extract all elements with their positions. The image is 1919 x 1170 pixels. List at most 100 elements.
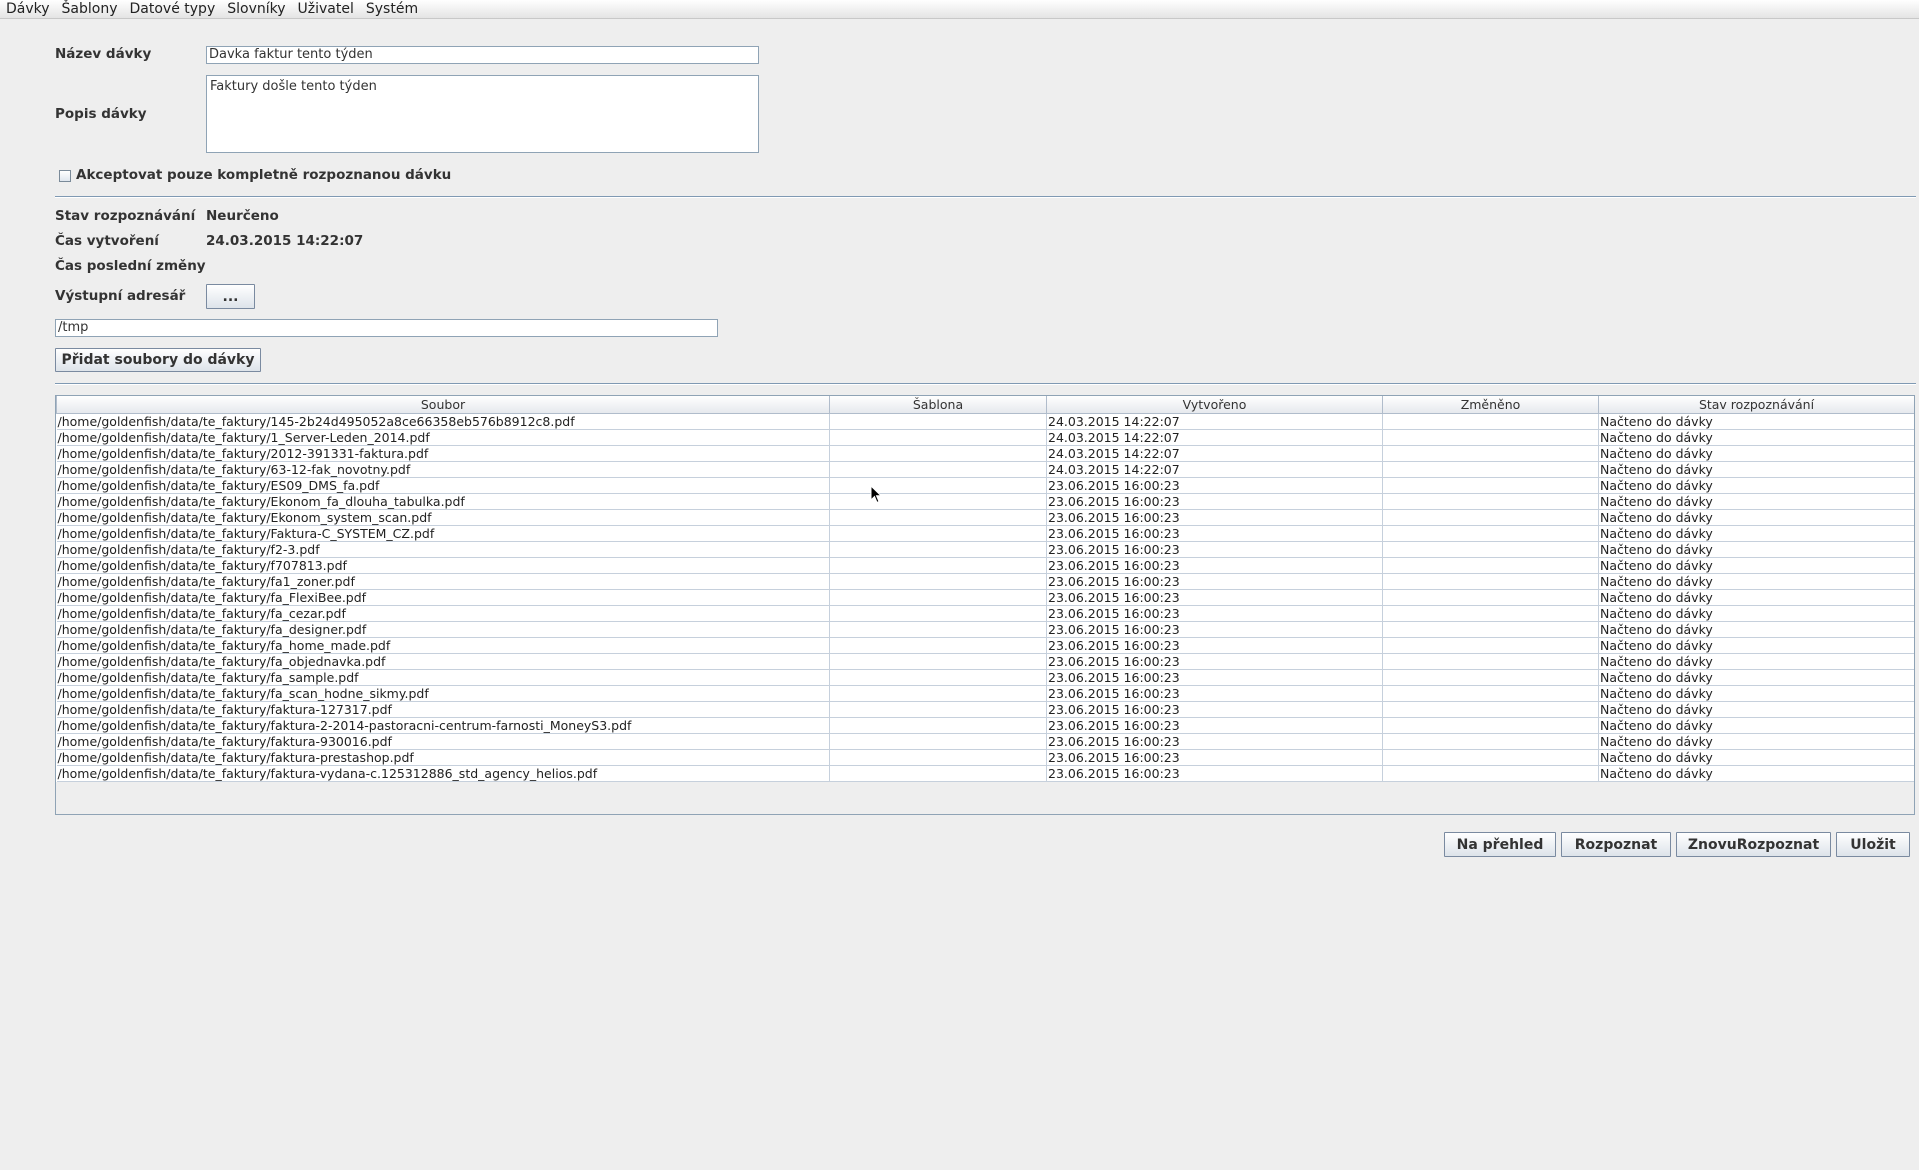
column-header-status[interactable]: Stav rozpoznávání (1598, 396, 1914, 414)
cell-status: Načteno do dávky (1598, 669, 1914, 686)
files-table-container[interactable]: Soubor Šablona Vytvořeno Změněno Stav ro… (55, 395, 1915, 815)
table-row[interactable]: /home/goldenfish/data/te_faktury/Faktura… (56, 525, 1914, 542)
cell-status: Načteno do dávky (1598, 429, 1914, 446)
cell-status: Načteno do dávky (1598, 413, 1914, 430)
table-row[interactable]: /home/goldenfish/data/te_faktury/ES09_DM… (56, 477, 1914, 494)
batch-name-input[interactable]: Davka faktur tento týden (206, 46, 759, 64)
table-row[interactable]: /home/goldenfish/data/te_faktury/faktura… (56, 717, 1914, 734)
cell-file: /home/goldenfish/data/te_faktury/145-2b2… (56, 413, 830, 430)
cell-status: Načteno do dávky (1598, 685, 1914, 702)
cell-file: /home/goldenfish/data/te_faktury/faktura… (56, 717, 830, 734)
cell-file: /home/goldenfish/data/te_faktury/2012-39… (56, 445, 830, 462)
table-row[interactable]: /home/goldenfish/data/te_faktury/2012-39… (56, 445, 1914, 462)
rerecognize-button[interactable]: ZnovuRozpoznat (1676, 832, 1831, 857)
menu-datove-typy[interactable]: Datové typy (124, 0, 222, 18)
cell-modified (1382, 621, 1599, 638)
table-row[interactable]: /home/goldenfish/data/te_faktury/faktura… (56, 749, 1914, 766)
table-row[interactable]: /home/goldenfish/data/te_faktury/fa_Flex… (56, 589, 1914, 606)
cell-template (829, 717, 1047, 734)
cell-modified (1382, 493, 1599, 510)
cell-created: 23.06.2015 16:00:23 (1046, 733, 1383, 750)
menu-slovniky[interactable]: Slovníky (221, 0, 291, 18)
cell-template (829, 701, 1047, 718)
cell-created: 23.06.2015 16:00:23 (1046, 765, 1383, 782)
cell-modified (1382, 733, 1599, 750)
cell-file: /home/goldenfish/data/te_faktury/Ekonom_… (56, 509, 830, 526)
created-time-label: Čas vytvoření (55, 233, 159, 249)
cell-template (829, 749, 1047, 766)
cell-status: Načteno do dávky (1598, 493, 1914, 510)
cell-file: /home/goldenfish/data/te_faktury/1_Serve… (56, 429, 830, 446)
cell-file: /home/goldenfish/data/te_faktury/fa_scan… (56, 685, 830, 702)
cell-modified (1382, 653, 1599, 670)
cell-template (829, 765, 1047, 782)
cell-created: 23.06.2015 16:00:23 (1046, 669, 1383, 686)
cell-template (829, 461, 1047, 478)
column-header-file[interactable]: Soubor (56, 396, 830, 414)
cell-created: 23.06.2015 16:00:23 (1046, 717, 1383, 734)
table-row[interactable]: /home/goldenfish/data/te_faktury/fa_desi… (56, 621, 1914, 638)
overview-button[interactable]: Na přehled (1444, 832, 1556, 857)
cell-created: 24.03.2015 14:22:07 (1046, 429, 1383, 446)
cell-template (829, 557, 1047, 574)
cell-created: 23.06.2015 16:00:23 (1046, 589, 1383, 606)
cell-status: Načteno do dávky (1598, 637, 1914, 654)
cell-file: /home/goldenfish/data/te_faktury/Faktura… (56, 525, 830, 542)
add-files-button[interactable]: Přidat soubory do dávky (55, 348, 261, 372)
table-row[interactable]: /home/goldenfish/data/te_faktury/faktura… (56, 765, 1914, 782)
cell-created: 23.06.2015 16:00:23 (1046, 509, 1383, 526)
table-row[interactable]: /home/goldenfish/data/te_faktury/fa_scan… (56, 685, 1914, 702)
cell-modified (1382, 445, 1599, 462)
cell-file: /home/goldenfish/data/te_faktury/faktura… (56, 749, 830, 766)
column-header-created[interactable]: Vytvořeno (1046, 396, 1383, 414)
cell-created: 23.06.2015 16:00:23 (1046, 605, 1383, 622)
cell-template (829, 733, 1047, 750)
column-header-modified[interactable]: Změněno (1382, 396, 1599, 414)
cell-file: /home/goldenfish/data/te_faktury/f707813… (56, 557, 830, 574)
batch-name-label: Název dávky (55, 46, 152, 62)
table-row[interactable]: /home/goldenfish/data/te_faktury/fa_ceza… (56, 605, 1914, 622)
menu-sablony[interactable]: Šablony (56, 0, 124, 18)
output-dir-input[interactable]: /tmp (55, 319, 718, 337)
cell-status: Načteno do dávky (1598, 749, 1914, 766)
cell-file: /home/goldenfish/data/te_faktury/fa_home… (56, 637, 830, 654)
cell-file: /home/goldenfish/data/te_faktury/faktura… (56, 765, 830, 782)
table-row[interactable]: /home/goldenfish/data/te_faktury/faktura… (56, 701, 1914, 718)
cell-created: 24.03.2015 14:22:07 (1046, 413, 1383, 430)
cell-template (829, 429, 1047, 446)
cell-template (829, 493, 1047, 510)
browse-output-dir-button[interactable]: ... (206, 284, 255, 309)
table-row[interactable]: /home/goldenfish/data/te_faktury/fa_obje… (56, 653, 1914, 670)
table-row[interactable]: /home/goldenfish/data/te_faktury/fa_home… (56, 637, 1914, 654)
table-row[interactable]: /home/goldenfish/data/te_faktury/fa_samp… (56, 669, 1914, 686)
table-row[interactable]: /home/goldenfish/data/te_faktury/f2-3.pd… (56, 541, 1914, 558)
table-row[interactable]: /home/goldenfish/data/te_faktury/63-12-f… (56, 461, 1914, 478)
recognize-button[interactable]: Rozpoznat (1561, 832, 1671, 857)
cell-template (829, 637, 1047, 654)
batch-description-textarea[interactable]: Faktury došle tento týden (206, 75, 759, 153)
cell-modified (1382, 669, 1599, 686)
table-body: /home/goldenfish/data/te_faktury/145-2b2… (56, 413, 1914, 782)
cell-template (829, 477, 1047, 494)
menu-davky[interactable]: Dávky (0, 0, 56, 18)
cell-modified (1382, 605, 1599, 622)
accept-complete-checkbox[interactable] (59, 170, 71, 182)
cell-file: /home/goldenfish/data/te_faktury/fa_obje… (56, 653, 830, 670)
menu-system[interactable]: Systém (360, 0, 424, 18)
cell-created: 23.06.2015 16:00:23 (1046, 573, 1383, 590)
table-row[interactable]: /home/goldenfish/data/te_faktury/1_Serve… (56, 429, 1914, 446)
recognition-status-label: Stav rozpoznávání (55, 208, 196, 224)
cell-status: Načteno do dávky (1598, 557, 1914, 574)
table-row[interactable]: /home/goldenfish/data/te_faktury/145-2b2… (56, 413, 1914, 430)
table-header-row: Soubor Šablona Vytvořeno Změněno Stav ro… (56, 396, 1914, 414)
cell-modified (1382, 525, 1599, 542)
table-row[interactable]: /home/goldenfish/data/te_faktury/fa1_zon… (56, 573, 1914, 590)
menu-uzivatel[interactable]: Uživatel (292, 0, 360, 18)
column-header-template[interactable]: Šablona (829, 396, 1047, 414)
table-row[interactable]: /home/goldenfish/data/te_faktury/faktura… (56, 733, 1914, 750)
save-button[interactable]: Uložit (1836, 832, 1910, 857)
table-row[interactable]: /home/goldenfish/data/te_faktury/Ekonom_… (56, 493, 1914, 510)
table-row[interactable]: /home/goldenfish/data/te_faktury/Ekonom_… (56, 509, 1914, 526)
cell-template (829, 445, 1047, 462)
table-row[interactable]: /home/goldenfish/data/te_faktury/f707813… (56, 557, 1914, 574)
